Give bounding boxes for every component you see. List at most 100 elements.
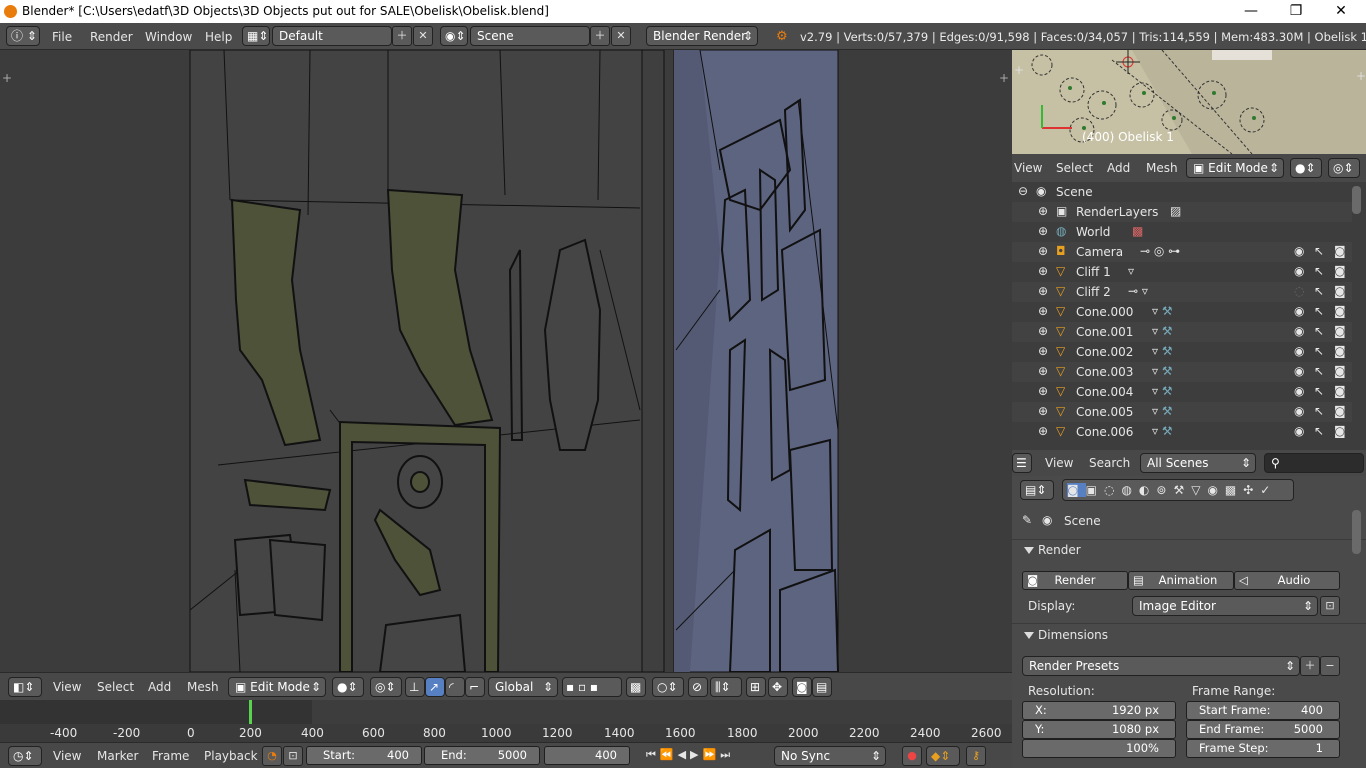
resolution-percentage-field[interactable]: 100% bbox=[1022, 739, 1176, 758]
outliner-row-cone002[interactable]: ⊕ ▽ Cone.002 ▿ ⚒ ◉ ↖ ◙ bbox=[1012, 342, 1352, 362]
3d-viewport[interactable]: + + bbox=[0, 50, 1012, 672]
scene-browse-button[interactable]: ◉⇕ bbox=[440, 26, 468, 46]
display-select[interactable]: Image Editor ⇕ bbox=[1132, 596, 1318, 616]
expand-icon[interactable]: ⊕ bbox=[1038, 324, 1048, 338]
outliner-row-cone005[interactable]: ⊕ ▽ Cone.005 ▿ ⚒ ◉ ↖ ◙ bbox=[1012, 402, 1352, 422]
eye-icon[interactable]: ◉ bbox=[1294, 364, 1304, 378]
audio-button[interactable]: ◁ Audio bbox=[1234, 571, 1340, 590]
eye-icon[interactable]: ◉ bbox=[1294, 344, 1304, 358]
snap-element-select[interactable]: ⫼⇕ bbox=[710, 677, 742, 697]
render-icon[interactable]: ◙ bbox=[1334, 244, 1346, 258]
layer-select-buttons[interactable]: ▪ ▫ ▪ bbox=[562, 677, 622, 697]
add-scene-button[interactable]: ＋ bbox=[590, 26, 610, 46]
remove-scene-button[interactable]: ✕ bbox=[611, 26, 631, 46]
expand-icon[interactable]: ⊕ bbox=[1038, 284, 1048, 298]
lock-range-button[interactable]: ⊡ bbox=[283, 746, 303, 766]
outliner-search-input[interactable]: ⚲ bbox=[1264, 453, 1364, 473]
cursor-icon[interactable]: ↖ bbox=[1314, 324, 1324, 338]
cursor-icon[interactable]: ↖ bbox=[1314, 404, 1324, 418]
transform-orientation-select[interactable]: Global ⇕ bbox=[488, 677, 558, 697]
outliner-row-cone003[interactable]: ⊕ ▽ Cone.003 ▿ ⚒ ◉ ↖ ◙ bbox=[1012, 362, 1352, 382]
collapse-icon[interactable]: ⊖ bbox=[1018, 184, 1028, 198]
editor-type-3dview-button[interactable]: ◧⇕ bbox=[8, 677, 42, 697]
context-tab-icons[interactable]: ▣◌◍◐⊚⚒▽◉▩✣✓ bbox=[1086, 483, 1278, 497]
restore-button[interactable]: ❐ bbox=[1273, 0, 1319, 23]
render-panel-header[interactable]: Render bbox=[1024, 543, 1081, 557]
lock-interface-button[interactable]: ⊡ bbox=[1320, 596, 1340, 616]
outliner-row-renderlayers[interactable]: ⊕ ▣ RenderLayers ▨ bbox=[1012, 202, 1352, 222]
editor-type-properties-button[interactable]: ▤⇕ bbox=[1020, 480, 1054, 500]
vp-menu-select[interactable]: Select bbox=[97, 680, 134, 694]
outliner-row-cone004[interactable]: ⊕ ▽ Cone.004 ▿ ⚒ ◉ ↖ ◙ bbox=[1012, 382, 1352, 402]
expand-icon[interactable]: ⊕ bbox=[1038, 424, 1048, 438]
eye-icon[interactable]: ◉ bbox=[1294, 424, 1304, 438]
render-icon[interactable]: ◙ bbox=[1334, 304, 1346, 318]
render-icon[interactable]: ◙ bbox=[1334, 384, 1346, 398]
viewport-shading-select[interactable]: ●⇕ bbox=[332, 677, 364, 697]
add-preset-button[interactable]: ＋ bbox=[1300, 656, 1320, 676]
end-frame-prop-field[interactable]: End Frame: 5000 bbox=[1186, 720, 1340, 739]
mini-menu-select[interactable]: Select bbox=[1056, 161, 1093, 175]
properties-scrollbar[interactable] bbox=[1352, 510, 1361, 554]
outliner-row-scene[interactable]: ⊖ ◉ Scene bbox=[1012, 182, 1352, 202]
expand-icon[interactable]: ⊕ bbox=[1038, 304, 1048, 318]
minimize-button[interactable]: — bbox=[1228, 0, 1274, 23]
expand-icon[interactable]: ⊕ bbox=[1038, 384, 1048, 398]
mode-select[interactable]: ▣ Edit Mode ⇕ bbox=[228, 677, 326, 697]
outliner-row-cone006[interactable]: ⊕ ▽ Cone.006 ▿ ⚒ ◉ ↖ ◙ bbox=[1012, 422, 1352, 442]
eye-closed-icon[interactable]: ◌ bbox=[1294, 284, 1304, 298]
resolution-y-field[interactable]: Y: 1080 px bbox=[1022, 720, 1176, 739]
render-still-button[interactable]: ◙ bbox=[792, 677, 812, 697]
start-frame-field[interactable]: Start: 400 bbox=[306, 746, 422, 765]
cursor-icon[interactable]: ↖ bbox=[1314, 424, 1324, 438]
resolution-x-field[interactable]: X: 1920 px bbox=[1022, 701, 1176, 720]
pivot-point-select[interactable]: ◎⇕ bbox=[370, 677, 402, 697]
mini-menu-view[interactable]: View bbox=[1014, 161, 1042, 175]
start-frame-prop-field[interactable]: Start Frame: 400 bbox=[1186, 701, 1340, 720]
display-mode-select[interactable]: All Scenes ⇕ bbox=[1140, 453, 1256, 473]
cursor-icon[interactable]: ↖ bbox=[1314, 364, 1324, 378]
frame-step-field[interactable]: Frame Step: 1 bbox=[1186, 739, 1340, 758]
cursor-icon[interactable]: ↖ bbox=[1314, 344, 1324, 358]
vp-menu-view[interactable]: View bbox=[53, 680, 81, 694]
eye-icon[interactable]: ◉ bbox=[1294, 324, 1304, 338]
vp-menu-add[interactable]: Add bbox=[148, 680, 171, 694]
expand-icon[interactable]: ⊕ bbox=[1038, 264, 1048, 278]
layout-browse-button[interactable]: ▦⇕ bbox=[242, 26, 270, 46]
current-frame-cursor[interactable] bbox=[249, 700, 252, 724]
scale-manipulator-button[interactable]: ⌐ bbox=[465, 677, 485, 697]
menu-file[interactable]: File bbox=[52, 30, 72, 44]
cursor-icon[interactable]: ↖ bbox=[1314, 244, 1324, 258]
render-engine-select[interactable]: Blender Render ⇕ bbox=[646, 26, 758, 46]
remove-layout-button[interactable]: ✕ bbox=[413, 26, 433, 46]
pin-icon[interactable]: ✎ bbox=[1022, 513, 1032, 527]
tl-menu-marker[interactable]: Marker bbox=[97, 749, 138, 763]
mini-menu-mesh[interactable]: Mesh bbox=[1146, 161, 1178, 175]
render-presets-select[interactable]: Render Presets ⇕ bbox=[1022, 656, 1300, 676]
animation-button[interactable]: ▤ Animation bbox=[1128, 571, 1234, 590]
outliner-row-camera[interactable]: ⊕ ◘ Camera ⊸ ◎ ⊶ ◉ ↖ ◙ bbox=[1012, 242, 1352, 262]
remove-preset-button[interactable]: − bbox=[1320, 656, 1340, 676]
render-icon[interactable]: ◙ bbox=[1334, 424, 1346, 438]
pin-uv-button[interactable]: ✥ bbox=[768, 677, 788, 697]
rotate-manipulator-button[interactable]: ◜ bbox=[445, 677, 465, 697]
menu-help[interactable]: Help bbox=[205, 30, 232, 44]
vp-menu-mesh[interactable]: Mesh bbox=[187, 680, 219, 694]
expand-icon[interactable]: ⊕ bbox=[1038, 364, 1048, 378]
record-button[interactable]: ● bbox=[902, 746, 922, 766]
cursor-icon[interactable]: ↖ bbox=[1314, 384, 1324, 398]
render-icon[interactable]: ◙ bbox=[1334, 324, 1346, 338]
menu-render[interactable]: Render bbox=[90, 30, 133, 44]
preview-range-button[interactable]: ◔ bbox=[262, 746, 282, 766]
outliner-row-cliff1[interactable]: ⊕ ▽ Cliff 1 ▿ ◉ ↖ ◙ bbox=[1012, 262, 1352, 282]
eye-icon[interactable]: ◉ bbox=[1294, 384, 1304, 398]
outliner-row-cliff2[interactable]: ⊕ ▽ Cliff 2 ⊸ ▿ ◌ ↖ ◙ bbox=[1012, 282, 1352, 302]
editor-type-timeline-button[interactable]: ◷⇕ bbox=[8, 746, 42, 766]
proportional-edit-select[interactable]: ○⇕ bbox=[652, 677, 684, 697]
mini-shading-select[interactable]: ●⇕ bbox=[1290, 158, 1322, 178]
playback-controls[interactable]: ⏮⏪◀▶⏩⏭ bbox=[646, 748, 734, 762]
eye-icon[interactable]: ◉ bbox=[1294, 244, 1304, 258]
menu-window[interactable]: Window bbox=[145, 30, 192, 44]
cursor-icon[interactable]: ↖ bbox=[1314, 284, 1324, 298]
editor-type-info-button[interactable]: ⓘ ⇕ bbox=[6, 26, 40, 46]
